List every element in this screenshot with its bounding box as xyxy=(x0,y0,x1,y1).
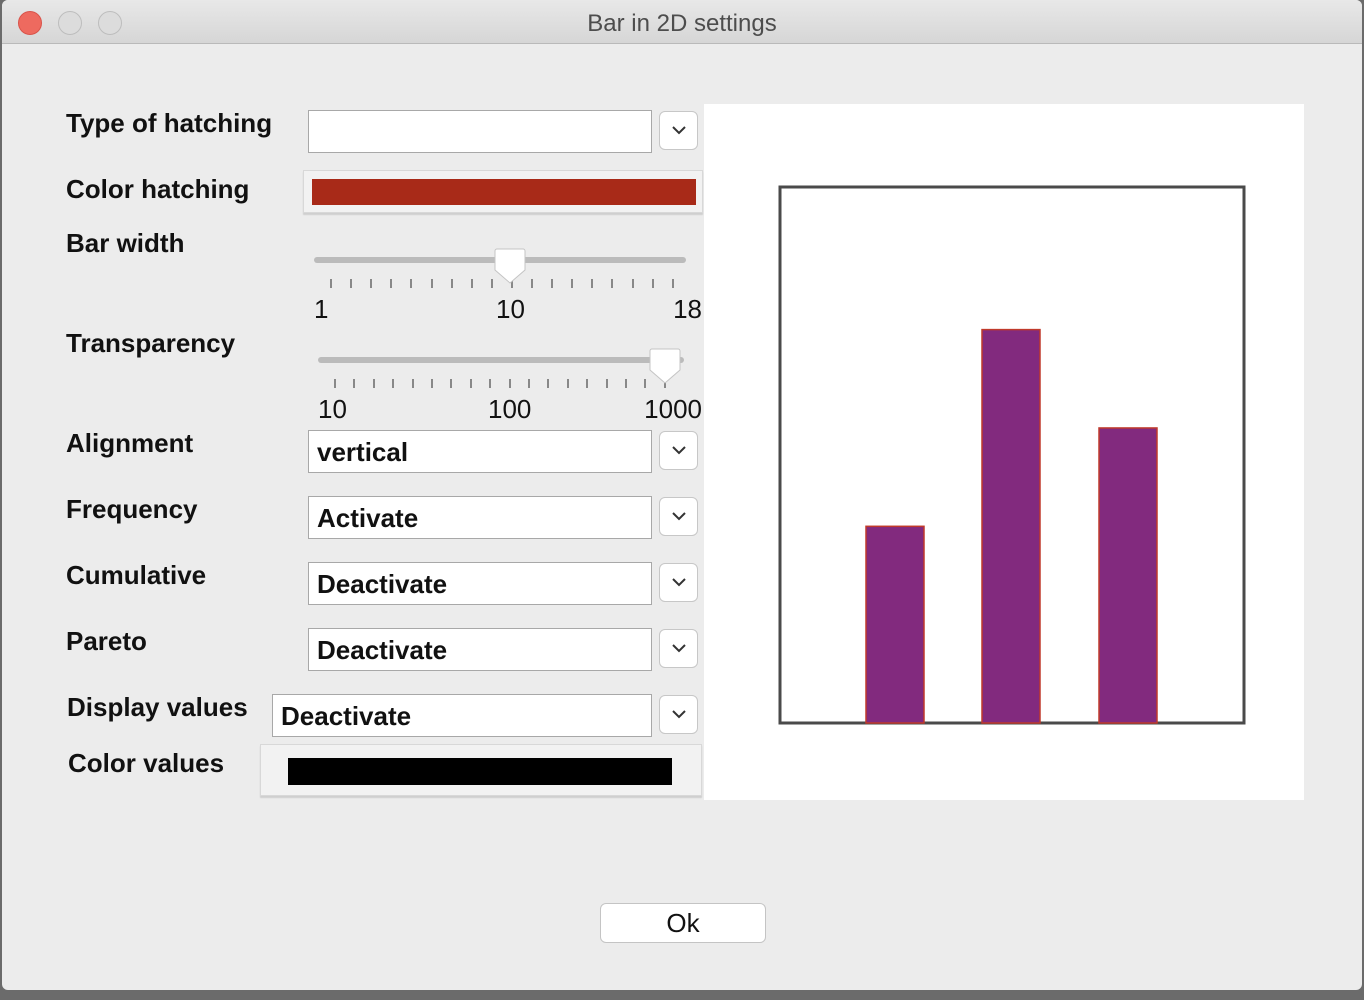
slider-tick xyxy=(370,279,373,288)
frequency-dropdown[interactable] xyxy=(659,497,698,536)
slider-tick xyxy=(334,379,336,388)
chevron-down-icon xyxy=(671,710,686,719)
bar-width-min-label: 1 xyxy=(314,294,329,324)
bar-width-thumb[interactable] xyxy=(494,248,526,284)
bar-chart xyxy=(778,185,1246,725)
color-hatching-label: Color hatching xyxy=(66,174,250,204)
chevron-down-icon xyxy=(671,446,686,455)
hatching-type-label: Type of hatching xyxy=(66,108,273,138)
chevron-down-icon xyxy=(671,644,686,653)
slider-tick xyxy=(330,279,332,288)
bar xyxy=(865,525,925,724)
slider-tick xyxy=(631,279,634,288)
pareto-label: Pareto xyxy=(66,626,147,656)
cumulative-label: Cumulative xyxy=(66,560,207,590)
bar-width-max-label: 18 xyxy=(673,294,702,324)
color-values-button[interactable] xyxy=(260,744,702,796)
slider-tick xyxy=(353,379,356,388)
settings-window: Bar in 2D settings Type of hatching Colo… xyxy=(2,0,1362,990)
slider-tick xyxy=(591,279,594,288)
slider-tick xyxy=(431,379,433,388)
title-bar: Bar in 2D settings xyxy=(2,0,1362,44)
frequency-label: Frequency xyxy=(66,494,198,524)
slider-tick xyxy=(551,279,554,288)
alignment-dropdown[interactable] xyxy=(659,431,698,470)
pareto-field[interactable]: Deactivate xyxy=(308,628,652,671)
transparency-thumb[interactable] xyxy=(649,348,681,384)
hatching-type-dropdown[interactable] xyxy=(659,111,698,150)
slider-tick xyxy=(508,379,511,388)
slider-tick xyxy=(392,379,395,388)
slider-tick xyxy=(372,379,375,388)
transparency-label: Transparency xyxy=(66,328,236,358)
chevron-down-icon xyxy=(671,578,686,587)
color-hatching-swatch xyxy=(312,179,696,205)
transparency-track[interactable] xyxy=(318,357,684,363)
slider-tick xyxy=(671,279,674,288)
slider-tick xyxy=(651,279,654,288)
window-title: Bar in 2D settings xyxy=(587,10,777,37)
chevron-down-icon xyxy=(671,126,686,135)
slider-tick xyxy=(566,379,569,388)
slider-tick xyxy=(586,379,589,388)
slider-tick xyxy=(450,279,453,288)
slider-tick xyxy=(644,379,647,388)
transparency-mid-label: 100 xyxy=(488,394,532,424)
bar xyxy=(1098,427,1158,724)
color-values-swatch xyxy=(288,758,672,785)
slider-tick xyxy=(470,279,473,288)
bar-width-label: Bar width xyxy=(66,228,185,258)
slider-tick xyxy=(450,379,453,388)
ok-button[interactable]: Ok xyxy=(600,903,766,943)
slider-tick xyxy=(528,379,530,388)
chevron-down-icon xyxy=(671,512,686,521)
color-values-label: Color values xyxy=(68,748,225,778)
chart-preview xyxy=(704,104,1304,800)
slider-tick xyxy=(611,279,614,288)
cumulative-field[interactable]: Deactivate xyxy=(308,562,652,605)
slider-tick xyxy=(469,379,472,388)
slider-tick xyxy=(547,379,550,388)
alignment-field[interactable]: vertical xyxy=(308,430,652,473)
color-hatching-button[interactable] xyxy=(303,170,703,213)
slider-tick xyxy=(410,279,413,288)
frequency-field[interactable]: Activate xyxy=(308,496,652,539)
display-values-dropdown[interactable] xyxy=(659,695,698,734)
alignment-label: Alignment xyxy=(66,428,194,458)
slider-tick xyxy=(411,379,414,388)
slider-tick xyxy=(390,279,393,288)
slider-tick xyxy=(350,279,353,288)
slider-tick xyxy=(490,279,493,288)
slider-tick xyxy=(625,379,627,388)
bar-width-mid-label: 10 xyxy=(496,294,525,324)
cumulative-dropdown[interactable] xyxy=(659,563,698,602)
display-values-label: Display values xyxy=(67,692,248,722)
slider-tick xyxy=(605,379,608,388)
transparency-min-label: 10 xyxy=(318,394,347,424)
slider-tick xyxy=(571,279,574,288)
slider-tick xyxy=(531,279,533,288)
display-values-field[interactable]: Deactivate xyxy=(272,694,652,737)
slider-tick xyxy=(489,379,492,388)
bar xyxy=(981,328,1041,724)
hatching-type-field[interactable] xyxy=(308,110,652,153)
slider-tick xyxy=(430,279,433,288)
pareto-dropdown[interactable] xyxy=(659,629,698,668)
transparency-max-label: 1000 xyxy=(644,394,702,424)
